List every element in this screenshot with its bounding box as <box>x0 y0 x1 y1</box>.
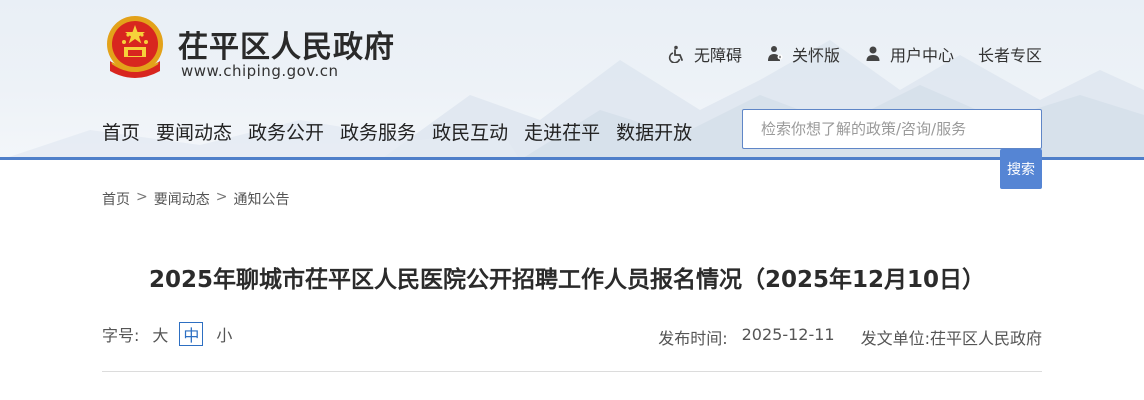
font-size-controls: 字号: 大 中 小 <box>102 322 232 346</box>
site-title: 茌平区人民政府 <box>178 30 395 65</box>
issuer: 茌平区人民政府 <box>929 329 1042 348</box>
header-divider <box>0 157 1144 160</box>
article-meta: 发布时间: 2025-12-11 发文单位: 茌平区人民政府 <box>658 325 1042 349</box>
search-input[interactable] <box>742 109 1042 149</box>
user-center-link[interactable]: 用户中心 <box>864 42 954 66</box>
nav-item-home[interactable]: 首页 <box>102 118 140 145</box>
breadcrumb: 首页 > 要闻动态 > 通知公告 <box>102 189 289 209</box>
breadcrumb-home[interactable]: 首页 <box>102 189 130 209</box>
nav-item-news[interactable]: 要闻动态 <box>156 118 232 145</box>
user-center-label: 用户中心 <box>889 46 954 65</box>
wheelchair-icon <box>668 45 683 63</box>
meta-divider <box>102 371 1042 372</box>
accessibility-label: 无障碍 <box>693 46 742 65</box>
elderly-zone-link[interactable]: 长者专区 <box>978 42 1042 66</box>
nav-item-open-data[interactable]: 数据开放 <box>616 118 692 145</box>
article-title: 2025年聊城市茌平区人民医院公开招聘工作人员报名情况（2025年12月10日） <box>148 267 986 293</box>
care-version-link[interactable]: 关怀版 <box>766 42 840 66</box>
publish-label: 发布时间: <box>658 329 728 348</box>
font-size-medium[interactable]: 中 <box>179 322 204 346</box>
breadcrumb-separator: > <box>136 189 148 205</box>
issuer-label: 发文单位: <box>860 329 930 348</box>
nav-item-about[interactable]: 走进茌平 <box>524 118 600 145</box>
accessibility-link[interactable]: 无障碍 <box>668 42 742 66</box>
breadcrumb-separator: > <box>215 189 228 205</box>
nav-item-services[interactable]: 政务服务 <box>340 118 416 145</box>
user-icon <box>866 46 880 61</box>
breadcrumb-news[interactable]: 要闻动态 <box>154 189 210 209</box>
care-icon <box>767 46 783 61</box>
top-links: 无障碍 关怀版 用户中心 长者专区 <box>644 42 1042 66</box>
breadcrumb-notices[interactable]: 通知公告 <box>233 189 289 209</box>
font-size-small[interactable]: 小 <box>216 322 232 346</box>
national-emblem-icon <box>107 16 163 78</box>
publish-date: 2025-12-11 <box>741 325 835 344</box>
nav-item-open-gov[interactable]: 政务公开 <box>248 118 324 145</box>
site-url: www.chiping.gov.cn <box>181 62 339 80</box>
search-button[interactable]: 搜索 <box>1000 149 1042 189</box>
font-size-large[interactable]: 大 <box>152 322 168 346</box>
font-size-label: 字号: <box>102 326 140 345</box>
main-nav: 首页 要闻动态 政务公开 政务服务 政民互动 走进茌平 数据开放 <box>102 118 708 145</box>
elderly-zone-label: 长者专区 <box>977 46 1042 65</box>
care-version-label: 关怀版 <box>791 46 840 65</box>
nav-item-interaction[interactable]: 政民互动 <box>432 118 508 145</box>
